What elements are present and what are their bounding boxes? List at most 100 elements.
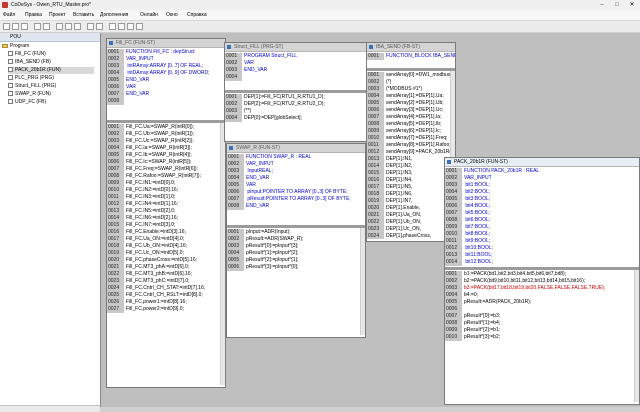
- code-line[interactable]: 0016 Fill_FC.Enable:=intD[3].16;: [107, 229, 186, 236]
- code-line[interactable]: 0023 DEP[1].Uc_ON,: [367, 226, 421, 233]
- code-pane[interactable]: 0001 pInput:=ADR(Input); 0002 pResult:=ADR(…: [227, 228, 365, 335]
- code-line[interactable]: 0001 b1:=PACK(bit1,bit2,bit3,bit4,bit5,bi…: [445, 271, 566, 278]
- code-line[interactable]: 0019 DEP[1].IN7,: [367, 198, 412, 205]
- code-line[interactable]: 0016 DEP[1].IN4,: [367, 177, 412, 184]
- code-line[interactable]: 0005 Fill_FC.Ib:=SWAP_R(intR[4]);: [107, 152, 192, 159]
- code-line[interactable]: 0007 pResult:POINTER TO ARRAY [0..3] OF …: [227, 196, 351, 203]
- code-line[interactable]: 0001 FUNCTION SWAP_R : REAL: [227, 154, 311, 161]
- code-line[interactable]: 0010 bit8:BOOL;: [445, 231, 490, 238]
- code-line[interactable]: 0018 DEP[1].IN6,: [367, 191, 412, 198]
- code-line[interactable]: 0017 Fill_FC.Ua_ON:=intD[4].0;: [107, 236, 184, 243]
- code-line[interactable]: 0006 pInput:POINTER TO ARRAY [0..3] OF B…: [227, 189, 348, 196]
- code-line[interactable]: 0001 PROGRAM Struct_FILL: [225, 53, 297, 60]
- code-line[interactable]: 0006: [445, 306, 464, 313]
- code-line[interactable]: 0009 bit7:BOOL;: [445, 224, 490, 231]
- tree-tabs-bar[interactable]: [0, 405, 100, 412]
- editor-title-bar[interactable]: Struct_FILL (PRG-ST): [225, 43, 373, 52]
- editor-window-struct-fill[interactable]: Struct_FILL (PRG-ST) 0001 PROGRAM Struct_F…: [224, 42, 374, 142]
- code-line[interactable]: 0021 DEP[1].Ua_ON,: [367, 212, 421, 219]
- code-line[interactable]: 0002 VAR_INPUT: [107, 56, 154, 63]
- code-line[interactable]: 0001 DEP[1]:=Fill_FC(RTU1_R,RTU1_D);: [225, 94, 325, 101]
- code-line[interactable]: 0024 DEP[1].phaseCross,: [367, 233, 431, 239]
- new-file-icon[interactable]: [3, 23, 10, 30]
- code-line[interactable]: 0010 pResult^[3]:=b2;: [445, 334, 500, 341]
- code-line[interactable]: 0003 b3:=PACK(bit17,bit18,bit19,bit20,FAL…: [445, 285, 605, 292]
- paste-icon[interactable]: [127, 23, 134, 30]
- code-line[interactable]: 0001 FUNCTION Fill_FC : depStruct: [107, 49, 195, 56]
- find-icon[interactable]: [87, 23, 94, 30]
- code-line[interactable]: 0001 pInput:=ADR(Input);: [227, 229, 291, 236]
- tree-item-struct-fill[interactable]: Struct_FILL (PRG): [8, 83, 56, 90]
- code-line[interactable]: 0021 Fill_FC.MT3_phA:=intD[6].0;: [107, 264, 189, 271]
- declaration-pane[interactable]: 0001 PROGRAM Struct_FILL 0002 VAR 0003 END_VA…: [225, 52, 373, 90]
- code-line[interactable]: 0015 DEP[1].IN3,: [367, 170, 412, 177]
- replace-icon[interactable]: [96, 23, 103, 30]
- code-line[interactable]: 0023 Fill_FC.MT3_phC:=intD[7].0;: [107, 278, 190, 285]
- mdi-bottom-scroll[interactable]: [100, 407, 640, 412]
- menu-edit[interactable]: Правка: [25, 12, 42, 18]
- code-line[interactable]: 0001 Fill_FC.Ua:=SWAP_R(intR[0]);: [107, 124, 194, 131]
- editor-window-swap-r[interactable]: SWAP_R (FUN-ST) 0001 FUNCTION SWAP_R : REA…: [226, 143, 366, 338]
- code-line[interactable]: 0005 sendArray[2]:=DEP[1].Ub;: [367, 100, 444, 107]
- menu-extras[interactable]: Дополнения: [100, 12, 128, 18]
- menu-help[interactable]: Справка: [187, 12, 207, 18]
- menu-window[interactable]: Окно: [166, 12, 178, 18]
- code-line[interactable]: 0007 bit5:BOOL;: [445, 210, 490, 217]
- editor-title-bar[interactable]: IBA_SEND (FB-ST): [367, 43, 455, 52]
- editor-title-bar[interactable]: PACK_20b1R (FUN-ST): [445, 158, 639, 167]
- declaration-pane[interactable]: 0001 FUNCTION_BLOCK IBA_SEND: [367, 52, 455, 68]
- code-line[interactable]: 0018 Fill_FC.Ub_ON:=intD[4].16;: [107, 243, 187, 250]
- menu-online[interactable]: Онлайн: [140, 12, 158, 18]
- delete-icon[interactable]: [136, 23, 143, 30]
- code-line[interactable]: 0008 Fill_FC.Rafoo:=SWAP_R(intR[7]);: [107, 173, 201, 180]
- code-line[interactable]: 0014 DEP[1].IN2,: [367, 163, 412, 170]
- code-line[interactable]: 0013 DEP[1].IN1,: [367, 156, 412, 163]
- declaration-pane[interactable]: 0001 FUNCTION Fill_FC : depStruct 0002 VAR_…: [107, 48, 225, 120]
- code-line[interactable]: 0007 sendArray[4]:=DEP[1].Ia;: [367, 114, 441, 121]
- tree-item-plc-prg[interactable]: PLC_PRG (PRG): [8, 75, 54, 82]
- code-pane[interactable]: 0001 Fill_FC.Ua:=SWAP_R(intR[0]); 0002 Fill…: [107, 123, 225, 385]
- code-line[interactable]: 0027 Fill_FC.power2:=intD[9].0;: [107, 306, 184, 313]
- code-line[interactable]: 0024 Fill_FC.Cntrl_CH_STAT:=intD[7].16;: [107, 285, 205, 292]
- code-line[interactable]: 0009 Fill_FC.IN1:=intD[0].0;: [107, 180, 175, 187]
- code-line[interactable]: 0019 Fill_FC.Uc_ON:=intD[5].0;: [107, 250, 184, 257]
- code-line[interactable]: 0006 bit4:BOOL;: [445, 203, 490, 210]
- code-line[interactable]: 0006 sendArray[3]:=DEP[1].Uc;: [367, 107, 443, 114]
- code-line[interactable]: 0002 VAR_INPUT: [445, 175, 492, 182]
- code-line[interactable]: 0005 VAR: [227, 182, 256, 189]
- code-line[interactable]: 0002 VAR: [225, 60, 254, 67]
- code-line[interactable]: 0003 Fill_FC.Uc:=SWAP_R(intR[2]);: [107, 138, 194, 145]
- code-line[interactable]: 0013 bit11:BOOL;: [445, 252, 493, 259]
- tree-item-iba-send[interactable]: IBA_SEND (FB): [8, 59, 51, 66]
- code-line[interactable]: 0005 bit3:BOOL;: [445, 196, 490, 203]
- login-icon[interactable]: [34, 23, 41, 30]
- code-line[interactable]: 0001 FUNCTION PACK_20b1R : REAL: [445, 168, 539, 175]
- code-line[interactable]: 0025 Fill_FC.Cntrl_CH_RSLT:=intD[8].0;: [107, 292, 203, 299]
- menu-file[interactable]: Файл: [3, 12, 15, 18]
- run-icon[interactable]: [56, 23, 63, 30]
- tree-item-fill-fc[interactable]: Fill_FC (FUN): [8, 51, 46, 58]
- cut-icon[interactable]: [109, 23, 116, 30]
- code-line[interactable]: 0005 END_VAR: [107, 77, 149, 84]
- code-line[interactable]: 0008 bit6:BOOL;: [445, 217, 490, 224]
- code-line[interactable]: 0002 VAR_INPUT: [227, 161, 274, 168]
- code-line[interactable]: 0008 END_VAR: [227, 203, 269, 210]
- code-line[interactable]: 0014 bit12:BOOL;: [445, 259, 493, 266]
- code-line[interactable]: 0003 END_VAR: [225, 67, 267, 74]
- code-line[interactable]: 0004 intDArray:ARRAY [0..9] OF DWORD;: [107, 70, 209, 77]
- code-line[interactable]: 0015 Fill_FC.IN7:=intD[3].0;: [107, 222, 175, 229]
- code-line[interactable]: 0004 DEP[0]:=DEP[globSelect];: [225, 115, 302, 122]
- code-line[interactable]: 0008 pResult^[1]:=b4;: [445, 320, 500, 327]
- code-line[interactable]: 0006 pResult^[3]:=pInput^[0];: [227, 264, 298, 271]
- tree-item-pack-20b1r[interactable]: PACK_20b1R (FUN): [8, 67, 94, 74]
- code-line[interactable]: 0010 sendArray[7]:=DEP[1].Freq;: [367, 135, 448, 142]
- code-line[interactable]: 0001 FUNCTION_BLOCK IBA_SEND: [367, 53, 455, 60]
- code-line[interactable]: 0003 (**): [225, 108, 251, 115]
- logout-icon[interactable]: [43, 23, 50, 30]
- code-line[interactable]: 0003 pResult^[0]:=pInput^[3];: [227, 243, 298, 250]
- code-line[interactable]: 0003 InputREAL;: [227, 168, 273, 175]
- code-line[interactable]: 0009 sendArray[6]:=DEP[1].Ic;: [367, 128, 441, 135]
- menu-project[interactable]: Проект: [49, 12, 65, 18]
- code-line[interactable]: 0026 Fill_FC.power1:=intD[8].16;: [107, 299, 187, 306]
- code-line[interactable]: 0004 pResult^[1]:=pInput^[2];: [227, 250, 298, 257]
